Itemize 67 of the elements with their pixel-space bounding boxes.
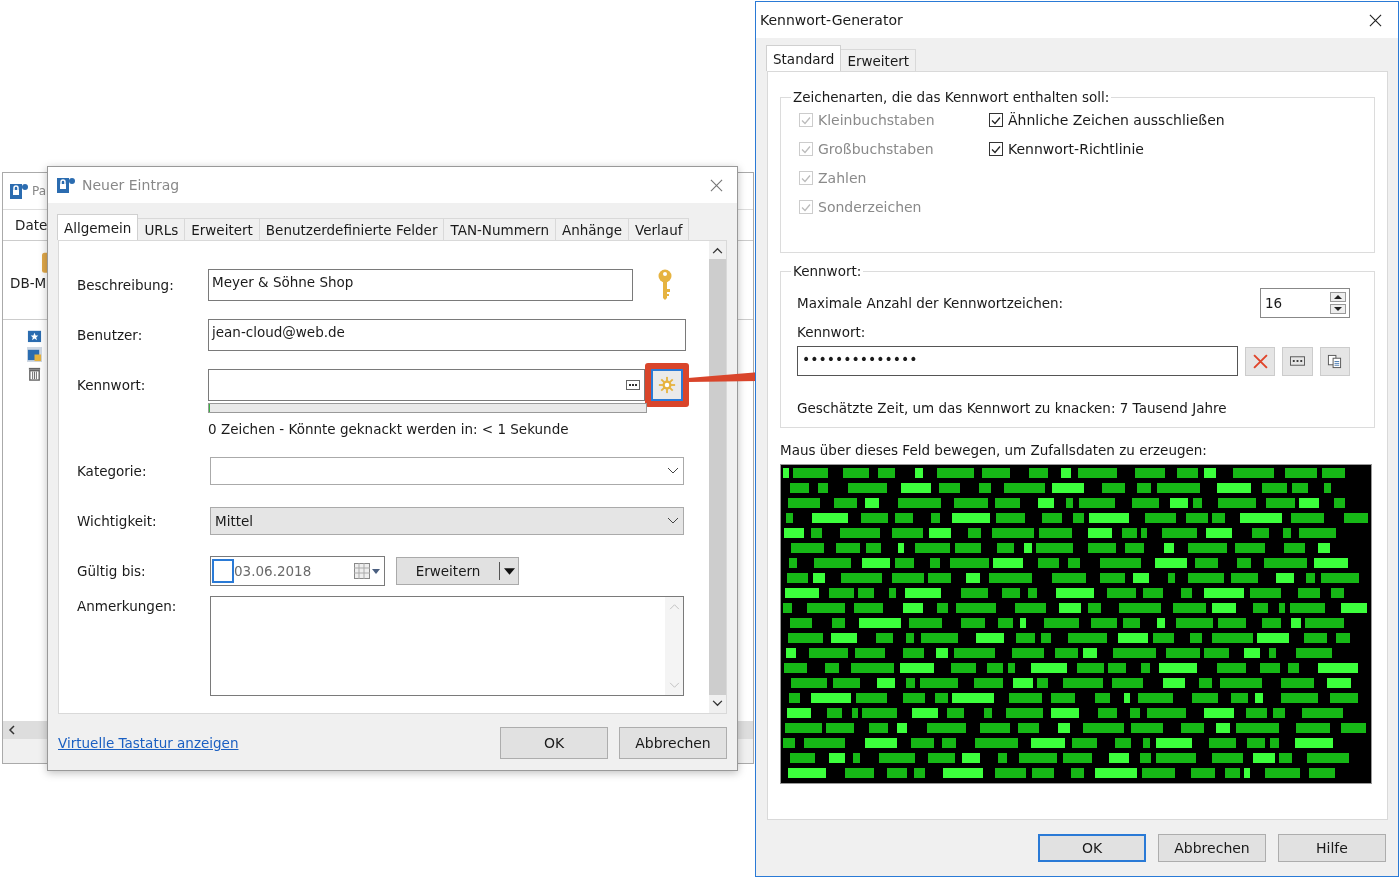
- dialog-button[interactable]: Abbrechen: [619, 727, 727, 759]
- generate-password-button[interactable]: [651, 369, 683, 401]
- dialog-button[interactable]: OK: [1038, 834, 1146, 862]
- description-field[interactable]: Meyer & Söhne Shop: [208, 269, 633, 301]
- field-label: Wichtigkeit:: [77, 513, 158, 529]
- max-length-label: Maximale Anzahl der Kennwortzeichen:: [797, 295, 1064, 311]
- scroll-down-icon[interactable]: [712, 700, 723, 707]
- virtual-keyboard-link[interactable]: Virtuelle Tastatur anzeigen: [58, 735, 239, 751]
- tab[interactable]: Anhänge: [555, 218, 630, 240]
- group-title: Zeichenarten, die das Kennwort enthalten soll:: [791, 89, 1112, 105]
- max-length-spinner[interactable]: 16: [1260, 288, 1350, 318]
- field-label: Beschreibung:: [77, 277, 175, 293]
- field-label: Benutzer:: [77, 327, 144, 343]
- menu-item[interactable]: Date: [15, 217, 48, 233]
- date-field[interactable]: 03.06.2018: [210, 556, 385, 586]
- clear-button[interactable]: [1244, 346, 1276, 376]
- folder-lock-icon[interactable]: [27, 347, 42, 362]
- spinner-value: 16: [1265, 295, 1283, 311]
- spin-up-icon[interactable]: [1330, 292, 1346, 302]
- calendar-icon[interactable]: [354, 563, 380, 579]
- caret-icon[interactable]: [667, 517, 679, 525]
- star-folder-icon[interactable]: [27, 328, 42, 343]
- dialog-button[interactable]: Abbrechen: [1158, 834, 1266, 862]
- crack-time-estimate: Geschätzte Zeit, um das Kennwort zu knacken: 7 Tausend Jahre: [797, 400, 1228, 416]
- password-label: Kennwort:: [797, 324, 867, 340]
- spin-down-icon[interactable]: [1330, 304, 1346, 314]
- checkbox[interactable]: [212, 559, 234, 583]
- tab[interactable]: Standard: [766, 45, 842, 71]
- checkbox[interactable]: [989, 142, 1003, 156]
- dialog-button[interactable]: OK: [500, 727, 608, 759]
- password-field[interactable]: ••••••••••••••: [797, 346, 1238, 376]
- date-value: 03.06.2018: [234, 563, 313, 579]
- field-label: Kategorie:: [77, 463, 148, 479]
- caret-icon[interactable]: [503, 567, 515, 575]
- lock-key-icon: [9, 181, 29, 201]
- close-icon[interactable]: [1369, 13, 1382, 27]
- checkbox-label[interactable]: Ähnliche Zeichen ausschließen: [1008, 112, 1225, 128]
- window-title: Pa: [32, 184, 47, 198]
- checkbox[interactable]: [989, 113, 1003, 127]
- field-label: Kennwort:: [77, 377, 147, 393]
- scroll-up-icon[interactable]: [712, 247, 723, 254]
- copy-icon[interactable]: [1327, 353, 1343, 369]
- tab[interactable]: Allgemein: [57, 214, 139, 240]
- trash-icon[interactable]: [27, 366, 42, 381]
- dots-icon[interactable]: [1289, 356, 1305, 366]
- lock-key-icon: [56, 175, 76, 195]
- expand-button[interactable]: Erweitern: [396, 557, 519, 585]
- field-label: Anmerkungen:: [77, 597, 178, 614]
- importance-dropdown[interactable]: Mittel: [210, 507, 684, 535]
- password-field[interactable]: [208, 369, 645, 401]
- show-password-icon[interactable]: [626, 380, 640, 390]
- field-label: Gültig bis:: [77, 563, 147, 579]
- group-title: Kennwort:: [791, 263, 864, 279]
- copy-button[interactable]: [1319, 346, 1350, 376]
- random-data-label: Maus über dieses Feld bewegen, um Zufallsdaten zu erzeugen:: [780, 442, 1208, 458]
- strength-text: 0 Zeichen - Könnte geknackt werden in: < 1 Sekunde: [208, 421, 570, 437]
- user-field[interactable]: jean-cloud@web.de: [208, 319, 686, 351]
- caret-icon[interactable]: [667, 467, 679, 475]
- tab[interactable]: Verlauf: [628, 218, 690, 240]
- window-title: Neuer Eintrag: [82, 177, 180, 193]
- checkbox-label[interactable]: Kennwort-Richtlinie: [1008, 141, 1144, 157]
- window-title: Kennwort-Generator: [760, 12, 903, 28]
- random-noise-drawing[interactable]: [780, 464, 1372, 784]
- show-password-button[interactable]: [1282, 346, 1313, 376]
- toolbar-label: DB-M: [10, 275, 47, 291]
- dialog-button[interactable]: Hilfe: [1278, 834, 1386, 862]
- tab[interactable]: Erweitert: [840, 49, 917, 71]
